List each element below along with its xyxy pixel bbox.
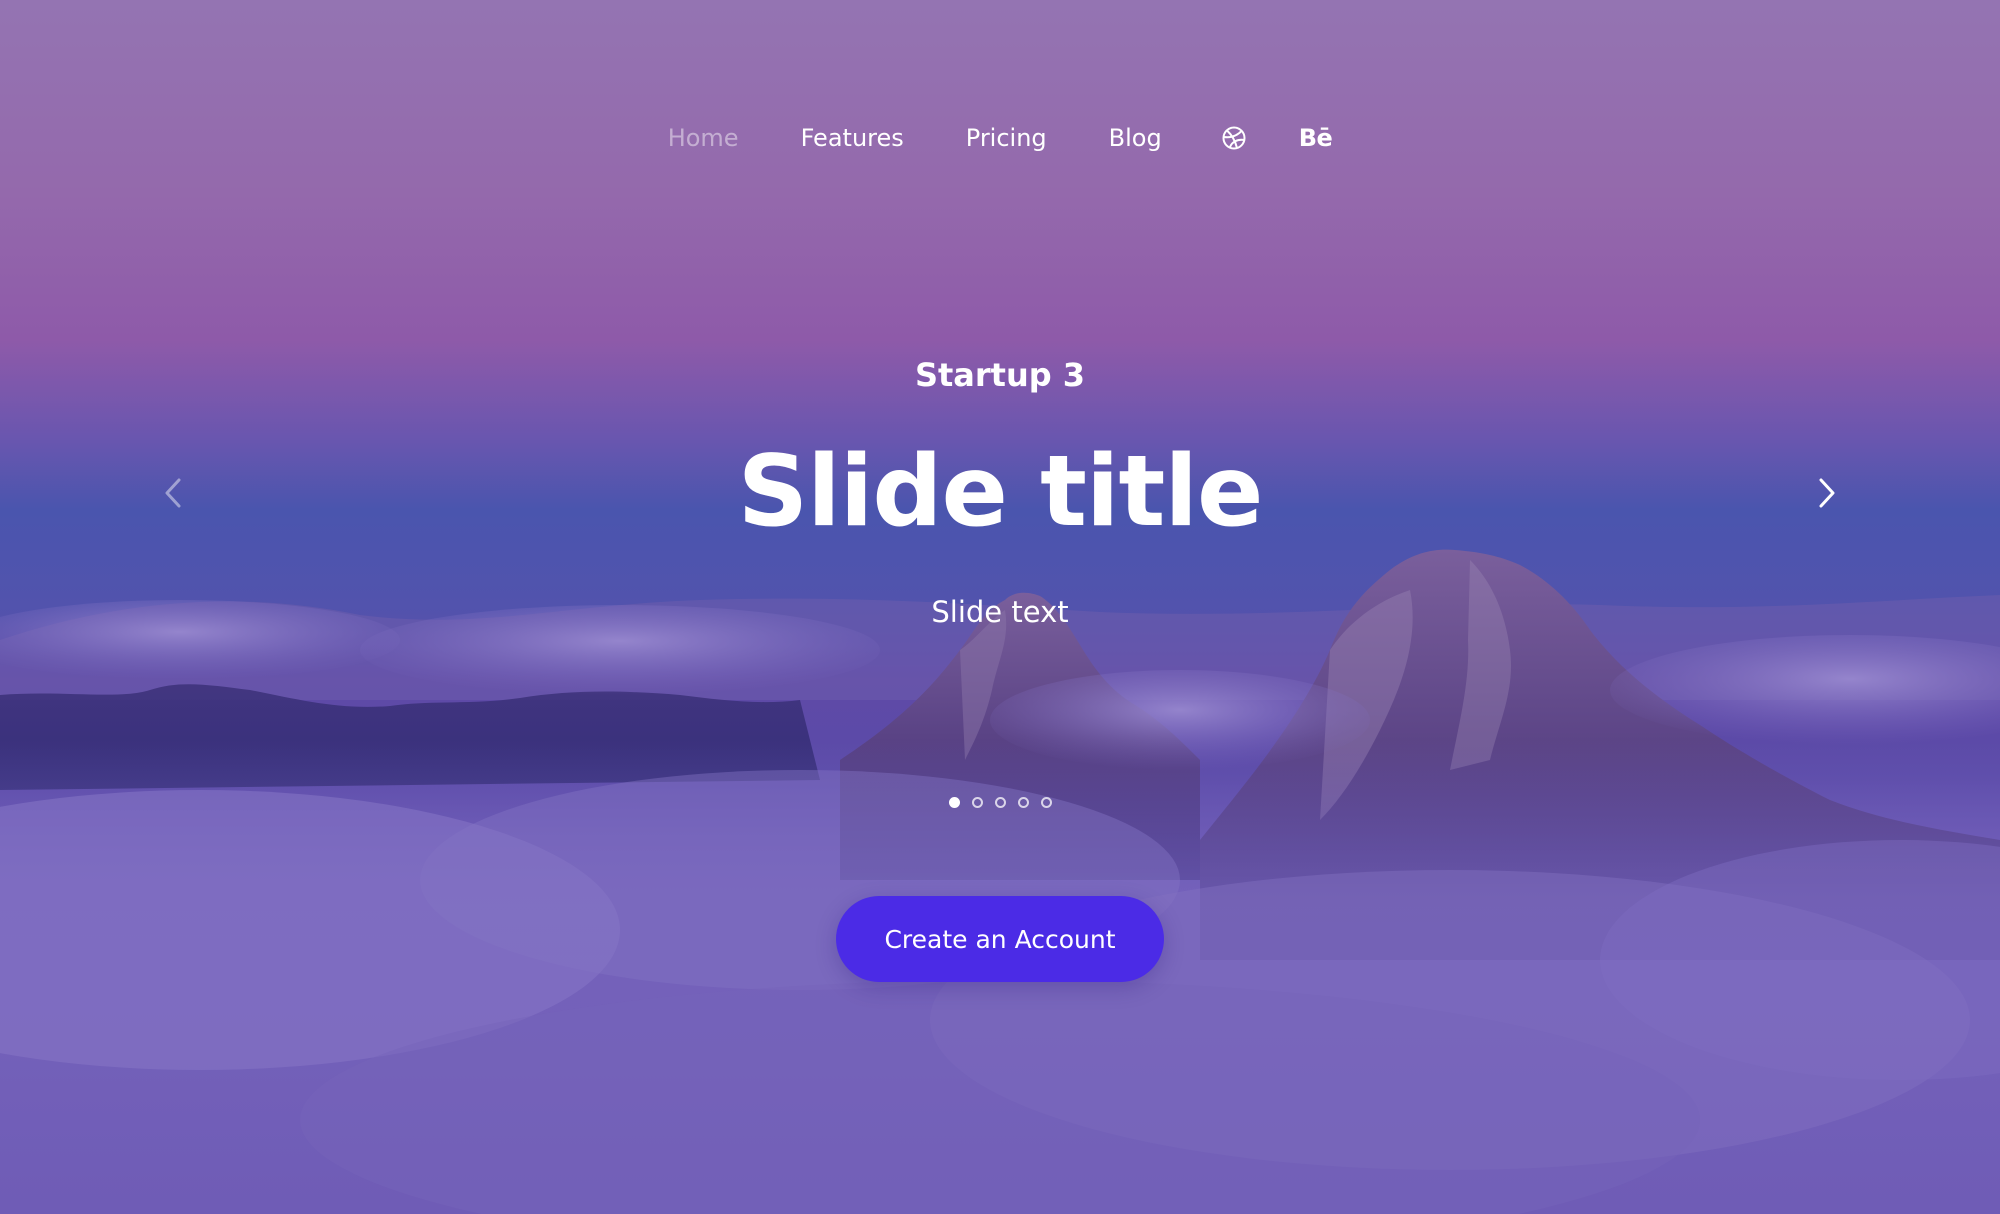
nav-links: Home Features Pricing Blog Bē: [637, 112, 1364, 164]
slide-text: Slide text: [931, 595, 1069, 629]
behance-icon[interactable]: Bē: [1299, 112, 1333, 164]
nav-link-features[interactable]: Features: [801, 112, 904, 164]
slide-dot-1[interactable]: [948, 797, 960, 808]
slide-dot-5[interactable]: [1040, 797, 1052, 808]
slide-title: Slide title: [737, 435, 1264, 549]
slide-pagination: [0, 797, 2000, 808]
slide-dot-3[interactable]: [994, 797, 1006, 808]
nav-link-blog[interactable]: Blog: [1109, 112, 1162, 164]
slide-eyebrow: Startup 3: [914, 356, 1086, 394]
slide-dot-4[interactable]: [1017, 797, 1029, 808]
slide-dot-2[interactable]: [971, 797, 983, 808]
create-account-button[interactable]: Create an Account: [836, 896, 1164, 982]
dribbble-icon[interactable]: [1221, 112, 1247, 164]
nav-link-pricing[interactable]: Pricing: [966, 112, 1047, 164]
hero-slider: Home Features Pricing Blog Bē Startup 3 …: [0, 0, 2000, 1214]
top-navigation: Home Features Pricing Blog Bē: [0, 112, 2000, 164]
nav-link-home[interactable]: Home: [668, 112, 739, 164]
